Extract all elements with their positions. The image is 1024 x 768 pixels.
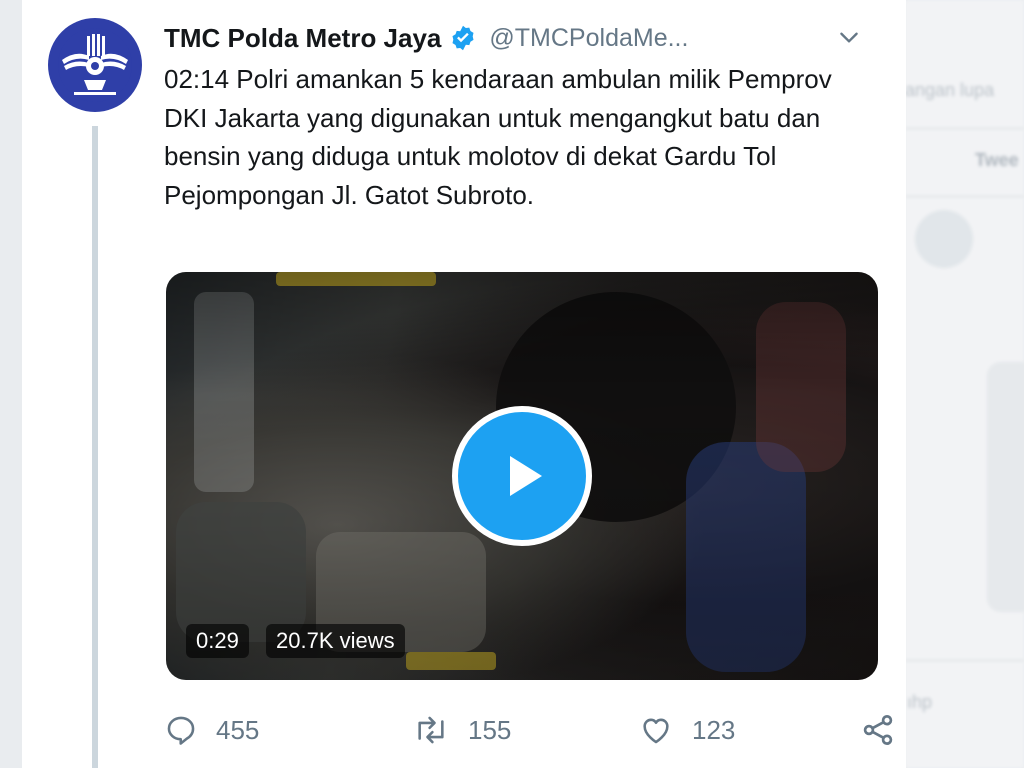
thread-line [92,126,98,768]
play-icon [510,456,542,496]
tweet-header: TMC Polda Metro Jaya @TMCPoldaMe... [164,20,884,56]
play-button[interactable] [452,406,592,546]
reply-icon [167,716,195,745]
video-duration: 0:29 [186,624,249,658]
background-media [987,362,1024,612]
tweet-card[interactable]: TMC Polda Metro Jaya @TMCPoldaMe... 02:1… [22,0,906,768]
avatar[interactable] [48,18,142,112]
tweet-text: 02:14 Polri amankan 5 kendaraan ambulan … [164,64,832,210]
background-avatar [915,210,973,268]
like-count: 123 [692,714,736,745]
tweet-actions: 455 155 123 [164,708,893,752]
display-name[interactable]: TMC Polda Metro Jaya [164,23,441,54]
divider [905,660,1024,661]
handle[interactable]: @TMCPoldaMe... [489,24,688,53]
background-timeline: angan lupa Twee ıhp [905,0,1024,768]
background-text: angan lupa [905,80,995,100]
police-emblem-icon [58,28,132,102]
video-views: 20.7K views [266,624,405,658]
reply-button[interactable]: 455 [164,708,259,752]
verified-badge-icon [449,24,477,52]
chevron-down-icon[interactable] [834,22,864,52]
divider [905,128,1024,129]
share-icon [863,715,893,745]
video-player[interactable]: 0:29 20.7K views [166,272,878,680]
retweet-icon [418,716,444,744]
reply-count: 455 [216,714,260,745]
share-button[interactable] [860,708,896,752]
background-heading: Twee [975,150,1019,170]
retweet-button[interactable]: 155 [412,708,511,752]
background-text: ıhp [907,692,933,712]
divider [905,196,1024,197]
retweet-count: 155 [468,714,512,745]
like-icon [643,718,669,744]
like-button[interactable]: 123 [638,708,735,752]
